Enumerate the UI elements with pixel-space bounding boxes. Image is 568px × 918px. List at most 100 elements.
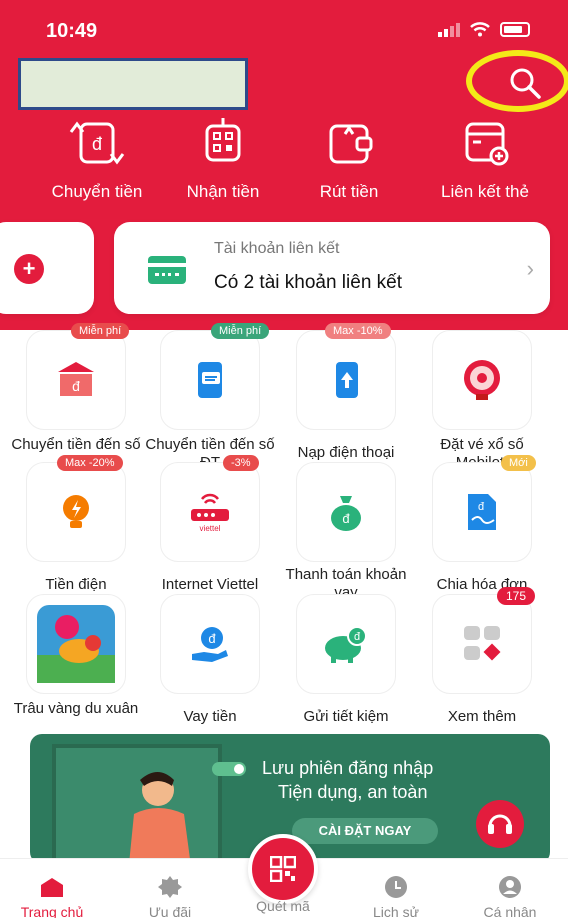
service-transfer-account[interactable]: Miễn phí đ Chuyển tiền đến số TK (8, 323, 144, 472)
nav-offers-label: Ưu đãi (148, 904, 192, 918)
discount-badge: -3% (223, 455, 259, 471)
service-golden-buffalo[interactable]: Trâu vàng du xuân (8, 594, 144, 718)
free-badge: Miễn phí (71, 323, 130, 339)
service-internet-viettel[interactable]: -3% viettel Internet Viettel (142, 455, 278, 594)
bill-split-icon: đ (468, 494, 496, 530)
setup-now-button[interactable]: CÀI ĐẶT NGAY (292, 818, 438, 844)
withdraw-icon (329, 124, 373, 164)
svg-text:đ: đ (342, 511, 350, 526)
quick-transfer-label: Chuyển tiền (51, 182, 143, 201)
add-account-card[interactable]: + (0, 222, 94, 314)
clock-icon (385, 876, 407, 898)
nav-profile[interactable]: Cá nhân (460, 875, 560, 918)
quick-withdraw-button[interactable]: Rút tiền (284, 118, 414, 202)
banner-line2: Tiện dụng, an toàn (278, 782, 428, 802)
router-icon: viettel (191, 493, 229, 533)
nav-history[interactable]: Lịch sử (346, 875, 446, 918)
svg-text:đ: đ (92, 134, 102, 154)
bank-transfer-icon: đ (58, 362, 94, 396)
bulb-icon (63, 495, 89, 528)
service-label: Internet Viettel (161, 576, 259, 593)
qr-receive-icon (205, 118, 241, 162)
service-tile[interactable]: 175 (432, 587, 536, 694)
transfer-icon: đ (69, 121, 125, 165)
bank-card-icon (148, 256, 186, 284)
wifi-icon (470, 22, 490, 37)
linked-accounts-title: Có 2 tài khoản liên kết (214, 272, 403, 293)
headset-icon (488, 814, 512, 834)
service-tile[interactable] (26, 594, 126, 694)
service-tile[interactable]: Miễn phí đ (26, 323, 130, 430)
service-lottery[interactable]: Đặt vé xổ số Mobilott (414, 330, 550, 472)
service-see-more[interactable]: 175 Xem thêm (414, 587, 550, 726)
svg-text:đ: đ (208, 631, 216, 646)
status-icons (438, 22, 530, 37)
link-card-icon (465, 122, 509, 166)
service-savings[interactable]: đ Gửi tiết kiệm (278, 594, 414, 726)
scan-qr-button[interactable] (248, 834, 318, 904)
piggy-bank-icon: đ (325, 626, 367, 663)
service-split-bill[interactable]: Mới đ Chia hóa đơn (414, 455, 550, 594)
linked-accounts-card[interactable]: Tài khoản liên kết Có 2 tài khoản liên k… (114, 222, 550, 314)
service-tile[interactable]: -3% viettel (160, 455, 260, 562)
service-tile[interactable]: đ (296, 594, 396, 694)
cellular-signal-icon (438, 22, 460, 37)
quick-withdraw-label: Rút tiền (319, 182, 379, 201)
account-name-box (18, 58, 248, 110)
service-tile[interactable]: Max -10% (296, 323, 396, 430)
service-topup[interactable]: Max -10% Nạp điện thoại (278, 323, 414, 462)
qr-scan-icon (270, 856, 296, 882)
nav-history-label: Lịch sử (373, 904, 419, 918)
quick-transfer-button[interactable]: đ Chuyển tiền (32, 118, 162, 202)
service-loan-payment[interactable]: đ Thanh toán khoản vay (278, 462, 414, 602)
offers-icon (158, 876, 182, 898)
service-transfer-phone[interactable]: Miễn phí Chuyển tiền đến số ĐT (142, 323, 278, 472)
phone-transfer-icon (198, 362, 222, 398)
service-tile[interactable] (432, 330, 532, 430)
svg-text:đ: đ (72, 378, 80, 394)
service-label: Gửi tiết kiệm (303, 708, 389, 725)
add-icon[interactable]: + (14, 254, 44, 284)
service-loan[interactable]: đ Vay tiền (142, 594, 278, 726)
count-badge: 175 (497, 587, 536, 605)
service-electricity[interactable]: Max -20% Tiền điện (8, 455, 144, 594)
free-badge: Miễn phí (211, 323, 270, 339)
golden-buffalo-game-icon (37, 605, 115, 683)
chevron-right-icon: › (526, 256, 534, 281)
quick-link-card-button[interactable]: Liên kết thẻ (420, 118, 550, 202)
loan-hand-icon: đ (192, 627, 228, 662)
search-icon[interactable] (508, 66, 542, 100)
nav-home[interactable]: Trang chủ (2, 875, 102, 918)
service-tile[interactable]: đ (160, 594, 260, 694)
service-tile[interactable]: Mới đ (432, 455, 536, 562)
linked-accounts-subtitle: Tài khoản liên kết (214, 240, 340, 257)
service-label: Xem thêm (447, 708, 517, 725)
phone-topup-icon (336, 362, 358, 398)
quick-receive-label: Nhận tiền (186, 182, 260, 201)
more-grid-icon (464, 626, 501, 661)
money-bag-icon: đ (331, 496, 361, 531)
nav-offers[interactable]: Ưu đãi (120, 875, 220, 918)
quick-receive-button[interactable]: Nhận tiền (158, 118, 288, 202)
service-label: Trâu vàng du xuân (13, 700, 139, 717)
quick-link-card-label: Liên kết thẻ (441, 182, 529, 201)
banner-line1: Lưu phiên đăng nhập (262, 758, 434, 778)
svg-text:đ: đ (354, 631, 361, 643)
service-label: Tiền điện (45, 576, 107, 593)
lottery-icon (464, 360, 500, 400)
nav-home-label: Trang chủ (20, 904, 84, 918)
discount-badge: Max -10% (325, 323, 391, 339)
nav-profile-label: Cá nhân (483, 904, 537, 918)
new-badge: Mới (501, 455, 536, 471)
service-tile[interactable]: Miễn phí (160, 323, 270, 430)
battery-icon (500, 22, 530, 37)
service-label: Vay tiền (183, 708, 237, 725)
support-headset-button[interactable] (476, 800, 524, 848)
toggle-icon (212, 762, 246, 776)
viettel-logo-text: viettel (200, 524, 221, 533)
service-tile[interactable]: đ (296, 462, 396, 562)
service-label: Nạp điện thoại (297, 444, 395, 461)
user-icon (499, 876, 521, 898)
status-time: 10:49 (46, 20, 98, 42)
service-tile[interactable]: Max -20% (26, 455, 126, 562)
